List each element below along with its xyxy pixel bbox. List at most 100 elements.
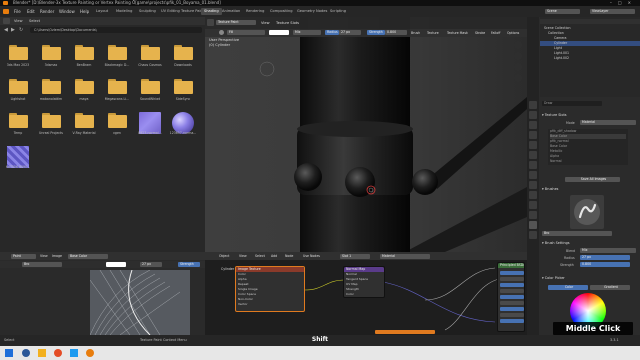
taskbar-app-icon[interactable] bbox=[22, 349, 30, 357]
image-file-item[interactable]: 8923-normal... bbox=[135, 112, 165, 147]
refresh-icon[interactable]: ↻ bbox=[19, 27, 25, 33]
vp-menu-view[interactable]: View bbox=[261, 21, 270, 25]
workspace-tab-scripting[interactable]: Scripting bbox=[327, 8, 349, 15]
start-icon[interactable] bbox=[5, 349, 13, 357]
bsdf-field[interactable] bbox=[500, 307, 524, 311]
folder-item[interactable]: 3dsmax bbox=[36, 45, 66, 79]
node-socket-row[interactable]: Vector bbox=[236, 302, 304, 307]
workspace-tab-layout[interactable]: Layout bbox=[93, 8, 111, 15]
bsdf-field[interactable] bbox=[500, 277, 524, 281]
outliner-search[interactable] bbox=[540, 19, 640, 24]
material-tab-icon[interactable] bbox=[529, 221, 537, 229]
taskbar-app-icon[interactable] bbox=[70, 349, 78, 357]
texture-tab-icon[interactable] bbox=[529, 231, 537, 239]
brush-selector[interactable]: Fill bbox=[227, 30, 265, 35]
image-mode-dropdown[interactable]: Paint bbox=[11, 253, 36, 259]
view-layer-selector[interactable]: ViewLayer bbox=[590, 9, 635, 14]
properties-search-input[interactable]: Draw bbox=[542, 101, 602, 106]
outliner-row[interactable]: Light.002 bbox=[540, 56, 640, 61]
navigation-gizmo[interactable] bbox=[511, 41, 525, 141]
principled-bsdf-node[interactable]: Principled BSDF bbox=[497, 262, 525, 332]
folder-item[interactable]: Lightshot bbox=[3, 79, 33, 113]
color-picker-panel-header[interactable]: ▾ Color Picker bbox=[542, 276, 638, 281]
blend-dropdown[interactable]: Mix bbox=[580, 248, 636, 253]
file-path-input[interactable]: C:\Users\Ozlem\Desktop\Documents\ bbox=[30, 27, 202, 33]
folder-item[interactable]: maya bbox=[69, 79, 99, 113]
radius-prop-field[interactable]: 27 px bbox=[580, 255, 630, 260]
texture-slot-item[interactable]: Normal bbox=[550, 159, 626, 164]
image-color-swatch[interactable] bbox=[106, 262, 126, 267]
folder-item[interactable]: Blackmagic D... bbox=[102, 45, 132, 79]
node-menu-view[interactable]: View bbox=[239, 254, 247, 258]
bsdf-field[interactable] bbox=[500, 295, 524, 299]
tool-tab-icon[interactable] bbox=[529, 101, 537, 109]
radius-field[interactable]: 27 px bbox=[339, 30, 361, 35]
zoom-icon[interactable] bbox=[514, 41, 522, 49]
folder-item[interactable]: Downloads bbox=[168, 45, 198, 79]
texture-slots-panel-header[interactable]: ▾ Texture Slots bbox=[542, 113, 638, 118]
folder-item[interactable]: V-Ray Material bbox=[69, 113, 99, 147]
node-menu-add[interactable]: Add bbox=[271, 254, 277, 258]
color-swatch[interactable] bbox=[269, 30, 289, 35]
workspace-tab-sculpting[interactable]: Sculpting bbox=[136, 8, 159, 15]
mode-selector[interactable]: Texture Paint bbox=[216, 20, 256, 25]
slot-dropdown[interactable]: Slot 1 bbox=[340, 253, 370, 259]
world-tab-icon[interactable] bbox=[529, 151, 537, 159]
workspace-tab-modeling[interactable]: Modeling bbox=[113, 8, 135, 15]
image-radius-field[interactable]: 27 px bbox=[140, 262, 162, 267]
gradient-tab[interactable]: Gradient bbox=[590, 285, 630, 290]
image-file-item[interactable]: 123657-norma... bbox=[168, 112, 198, 147]
vp-menu-brush[interactable]: Brush bbox=[411, 31, 420, 35]
menu-help[interactable]: Help bbox=[80, 9, 89, 14]
render-tab-icon[interactable] bbox=[529, 111, 537, 119]
color-tab[interactable]: Color bbox=[548, 285, 588, 290]
mode-dropdown[interactable]: Material bbox=[580, 120, 636, 125]
folder-item[interactable]: Megascans Li... bbox=[102, 79, 132, 113]
bsdf-field[interactable] bbox=[500, 313, 524, 317]
bsdf-field[interactable] bbox=[500, 301, 524, 305]
use-nodes-toggle[interactable]: Use Nodes bbox=[303, 254, 320, 258]
bsdf-field[interactable] bbox=[500, 271, 524, 275]
bsdf-field[interactable] bbox=[500, 289, 524, 293]
brush-settings-panel-header[interactable]: ▾ Brush Settings bbox=[542, 241, 638, 246]
brush-name-field[interactable]: Bro bbox=[542, 231, 612, 236]
modifier-tab-icon[interactable] bbox=[529, 171, 537, 179]
vp-menu-texture-mask[interactable]: Texture Mask bbox=[447, 31, 468, 35]
node-menu-node[interactable]: Node bbox=[285, 254, 293, 258]
image-blend-field[interactable]: Base Color bbox=[68, 253, 108, 259]
folder-item[interactable]: vgen bbox=[102, 113, 132, 147]
hand-pan-icon[interactable] bbox=[514, 52, 522, 60]
strength-prop-field[interactable]: 0.800 bbox=[580, 262, 630, 267]
particles-tab-icon[interactable] bbox=[529, 181, 537, 189]
save-all-images-button[interactable]: Save All Images bbox=[565, 177, 620, 182]
grid-ortho-icon[interactable] bbox=[514, 74, 522, 82]
browser-icon[interactable] bbox=[54, 349, 62, 357]
blender-menu-icon[interactable] bbox=[3, 9, 9, 14]
workspace-tab-geometry-nodes[interactable]: Geometry Nodes bbox=[294, 8, 330, 15]
vp-menu-texture[interactable]: Texture bbox=[427, 31, 439, 35]
folder-item[interactable]: BenBram bbox=[69, 45, 99, 79]
node-menu-object[interactable]: Object bbox=[219, 254, 229, 258]
image-texture-node[interactable]: Image Texture Color Alpha Repeat Single Ima… bbox=[235, 266, 305, 312]
bsdf-field[interactable] bbox=[500, 319, 524, 323]
file-explorer-icon[interactable] bbox=[38, 349, 46, 357]
node-menu-select[interactable]: Select bbox=[255, 254, 265, 258]
output-tab-icon[interactable] bbox=[529, 121, 537, 129]
folder-item[interactable]: SoundWhiwt bbox=[135, 79, 165, 113]
camera-view-icon[interactable] bbox=[514, 63, 522, 71]
blend-mode-dropdown[interactable]: Mix bbox=[293, 30, 321, 35]
viewport-scene[interactable] bbox=[205, 17, 527, 252]
folder-item[interactable]: 3ds Max 2023 bbox=[3, 45, 33, 79]
image-brush-field[interactable]: Bro bbox=[22, 262, 62, 267]
object-tab-icon[interactable] bbox=[529, 161, 537, 169]
view-layer-tab-icon[interactable] bbox=[529, 131, 537, 139]
folder-item[interactable]: Unreal Projects bbox=[36, 113, 66, 147]
workspace-tab-animation[interactable]: Animation bbox=[219, 8, 243, 15]
workspace-tab-rendering[interactable]: Rendering bbox=[243, 8, 267, 15]
vp-menu-falloff[interactable]: Falloff bbox=[491, 31, 500, 35]
vp-menu-texture-slots[interactable]: Texture Slots bbox=[276, 21, 299, 25]
brush-preview[interactable] bbox=[570, 195, 604, 229]
strength-field[interactable]: 0.800 bbox=[385, 30, 407, 35]
workspace-tab-compositing[interactable]: Compositing bbox=[267, 8, 296, 15]
vp-menu-options[interactable]: Options bbox=[507, 31, 519, 35]
